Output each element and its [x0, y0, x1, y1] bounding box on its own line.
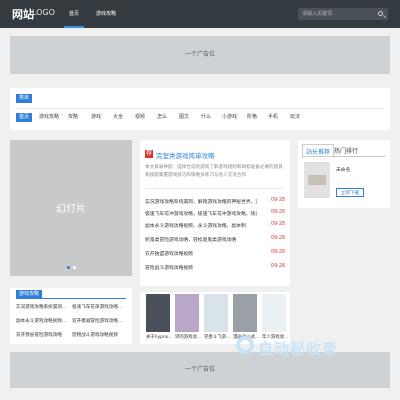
thumbnail-caption[interactable]: 完善斗飞游...	[204, 334, 230, 340]
thumbnail-image[interactable]	[146, 294, 170, 332]
list-item[interactable]: 冒险战斗游戏攻略视频 09-28	[145, 262, 285, 272]
list-item-title[interactable]: 双开独盟游戏攻略视频	[145, 250, 257, 257]
tag-item[interactable]: 视频	[135, 113, 145, 122]
list-item-title[interactable]: 抓鬼类冒险游戏攻略，轻松驱鬼类游戏攻略	[145, 236, 257, 243]
list-item-date: 09-28	[271, 222, 285, 227]
search-input[interactable]: 请输入关键词	[298, 8, 388, 20]
guides-divider	[16, 298, 126, 299]
app-thumbnail-art	[308, 175, 326, 185]
nav-game-guides[interactable]: 游戏攻略	[96, 0, 116, 28]
nav-home[interactable]: 首页	[64, 0, 84, 28]
watermark-subtext: 一 点击链接 一 来访一次 一 自动收录 一	[242, 364, 328, 369]
list-item-title[interactable]: 实况游戏攻略系统漏洞，解锁游戏攻略的神秘世界，实况游戏	[145, 198, 257, 205]
list-item-title[interactable]: 冒险战斗游戏攻略视频	[145, 264, 257, 271]
watermark-text: 自动秘收录	[258, 340, 339, 358]
tag-item[interactable]: 图文	[179, 113, 189, 122]
list-item[interactable]: 副本永斗游戏攻略视频，永斗游戏攻略，副本制 09-28	[145, 220, 285, 230]
site-logo-sub: LOGO	[32, 8, 55, 17]
guide-item[interactable]: 实况游戏攻略系统漏洞...	[16, 304, 70, 310]
slider-dot[interactable]	[73, 266, 76, 269]
guide-item[interactable]: 极速飞车花单游戏攻略...	[72, 304, 126, 310]
tag-item[interactable]: 玩法	[290, 113, 300, 122]
ad-banner-top[interactable]: 一个广告位	[10, 36, 390, 74]
list-item[interactable]: 实况游戏攻略系统漏洞，解锁游戏攻略的神秘世界，实况游戏 09-28	[145, 196, 285, 206]
tag-item[interactable]: 攻略	[68, 113, 78, 122]
thumbnail-caption[interactable]: 关于hypno...	[146, 334, 172, 340]
tag-item[interactable]: 阶格	[247, 113, 257, 122]
tag-item[interactable]: 手机	[268, 113, 278, 122]
ranking-divider	[302, 156, 386, 157]
tag-item[interactable]: 游戏攻略	[39, 113, 59, 122]
list-item[interactable]: 双开独盟游戏攻略视频 09-28	[145, 248, 285, 258]
tags-heading: 类目	[16, 94, 33, 103]
thumbnail-image[interactable]	[175, 294, 199, 332]
hot-article-desc: 本文目录导航：选择合适的游戏了解游戏规则和目标准备必要的道具和技能掌握游戏技巧和…	[145, 165, 283, 178]
list-item[interactable]: 抓鬼类冒险游戏攻略，轻松驱鬼类游戏攻略 09-28	[145, 234, 285, 244]
thumbnail-image[interactable]	[233, 294, 257, 332]
list-item-title[interactable]: 极速飞车花冲游戏攻略，极速飞车花冲游戏攻略，快速通关技	[145, 210, 257, 217]
thumbnail-image[interactable]	[204, 294, 228, 332]
guide-item[interactable]: 怨物战斗游戏攻略视频	[72, 332, 126, 338]
list-item-date: 09-28	[271, 264, 285, 269]
tag-item[interactable]: 游戏	[91, 113, 101, 122]
tag-active[interactable]: 首页	[16, 113, 33, 122]
download-button[interactable]: 立即下载	[336, 188, 364, 197]
site-logo[interactable]: 网站	[12, 6, 34, 22]
search-icon[interactable]	[378, 11, 383, 16]
thumbnail-caption[interactable]: 译的游戏攻...	[175, 334, 201, 340]
hot-article-title[interactable]: 完室类游戏简单攻略	[156, 150, 215, 160]
slider-label: 幻灯片	[56, 204, 86, 215]
list-item-date: 09-28	[271, 250, 285, 255]
tags-panel	[10, 88, 390, 130]
tags-divider	[16, 108, 384, 109]
tag-item[interactable]: 怎么	[157, 113, 167, 122]
guide-item[interactable]: 双开模凝冒险游戏攻略...	[72, 318, 126, 324]
tag-item[interactable]: 什么	[201, 113, 211, 122]
app-name[interactable]: 未命名	[336, 166, 350, 173]
list-item[interactable]: 极速飞车花冲游戏攻略，极速飞车花冲游戏攻略，快速通关技 09-28	[145, 208, 285, 218]
watermark-logo-icon	[236, 336, 254, 354]
thumbnail-image[interactable]	[262, 294, 286, 332]
list-item-date: 09-28	[271, 236, 285, 241]
recommend-icon: 荐	[145, 150, 153, 158]
list-item-title[interactable]: 副本永斗游戏攻略视频，永斗游戏攻略，副本制	[145, 222, 257, 229]
slider-dot-active[interactable]	[67, 266, 70, 269]
guide-item[interactable]: 双开我省冒险游戏攻略	[16, 332, 70, 338]
list-item-date: 09-28	[271, 198, 285, 203]
guides-heading[interactable]: 游戏攻略	[16, 290, 43, 298]
list-item-date: 09-28	[271, 210, 285, 215]
guide-item[interactable]: 副本永斗游戏攻略视频...	[16, 318, 70, 324]
hot-divider	[145, 188, 285, 189]
tag-item[interactable]: 小游戏	[222, 113, 237, 122]
tab-hot-ranking[interactable]: 热门排行	[334, 146, 358, 155]
tag-item[interactable]: 大全	[113, 113, 123, 122]
